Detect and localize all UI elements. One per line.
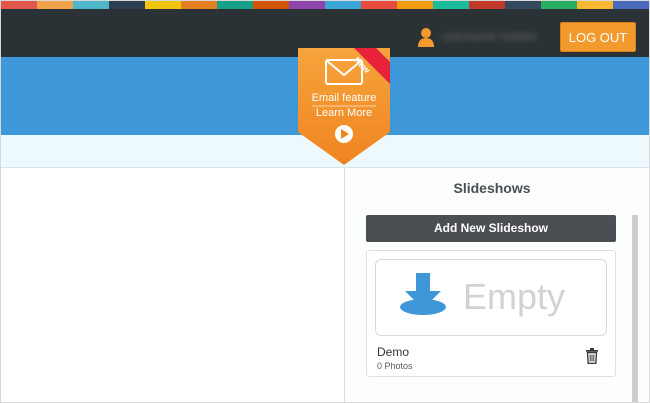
download-icon [400,273,446,315]
app-frame: username hidden LOG OUT New Email featur… [0,0,650,403]
stripe-segment [181,1,217,9]
slideshow-name[interactable]: Demo [377,345,409,359]
envelope-icon [326,60,362,84]
stripe-segment [217,1,253,9]
stripe-segment [397,1,433,9]
empty-status-label: Empty [463,276,566,317]
stripe-segment [109,1,145,9]
stripe-segment [289,1,325,9]
stripe-segment [325,1,361,9]
photo-count: 0 Photos [377,361,413,371]
stripe-segment [253,1,289,9]
stripe-segment [505,1,541,9]
promo-line-1: Email feature [311,92,377,104]
username: username hidden [441,30,538,43]
stripe-segment [1,1,37,9]
email-feature-promo[interactable]: New Email feature Learn More [298,48,390,165]
panel-scrollbar[interactable] [632,215,638,402]
main-content-area [1,168,343,402]
stripe-segment [613,1,649,9]
stripe-segment [433,1,469,9]
slideshows-title: Slideshows [453,180,531,196]
stripe-segment [577,1,613,9]
play-icon[interactable] [335,125,353,143]
stripe-segment [541,1,577,9]
trash-icon[interactable] [585,348,599,364]
add-new-slideshow-button[interactable]: Add New Slideshow [366,215,616,242]
stripe-segment [361,1,397,9]
decorative-stripe [1,1,649,9]
stripe-segment [145,1,181,9]
learn-more-link[interactable]: Learn More [298,106,390,120]
stripe-segment [73,1,109,9]
stripe-segment [469,1,505,9]
user-icon [418,28,434,47]
logout-button[interactable]: LOG OUT [560,22,636,52]
stripe-segment [37,1,73,9]
